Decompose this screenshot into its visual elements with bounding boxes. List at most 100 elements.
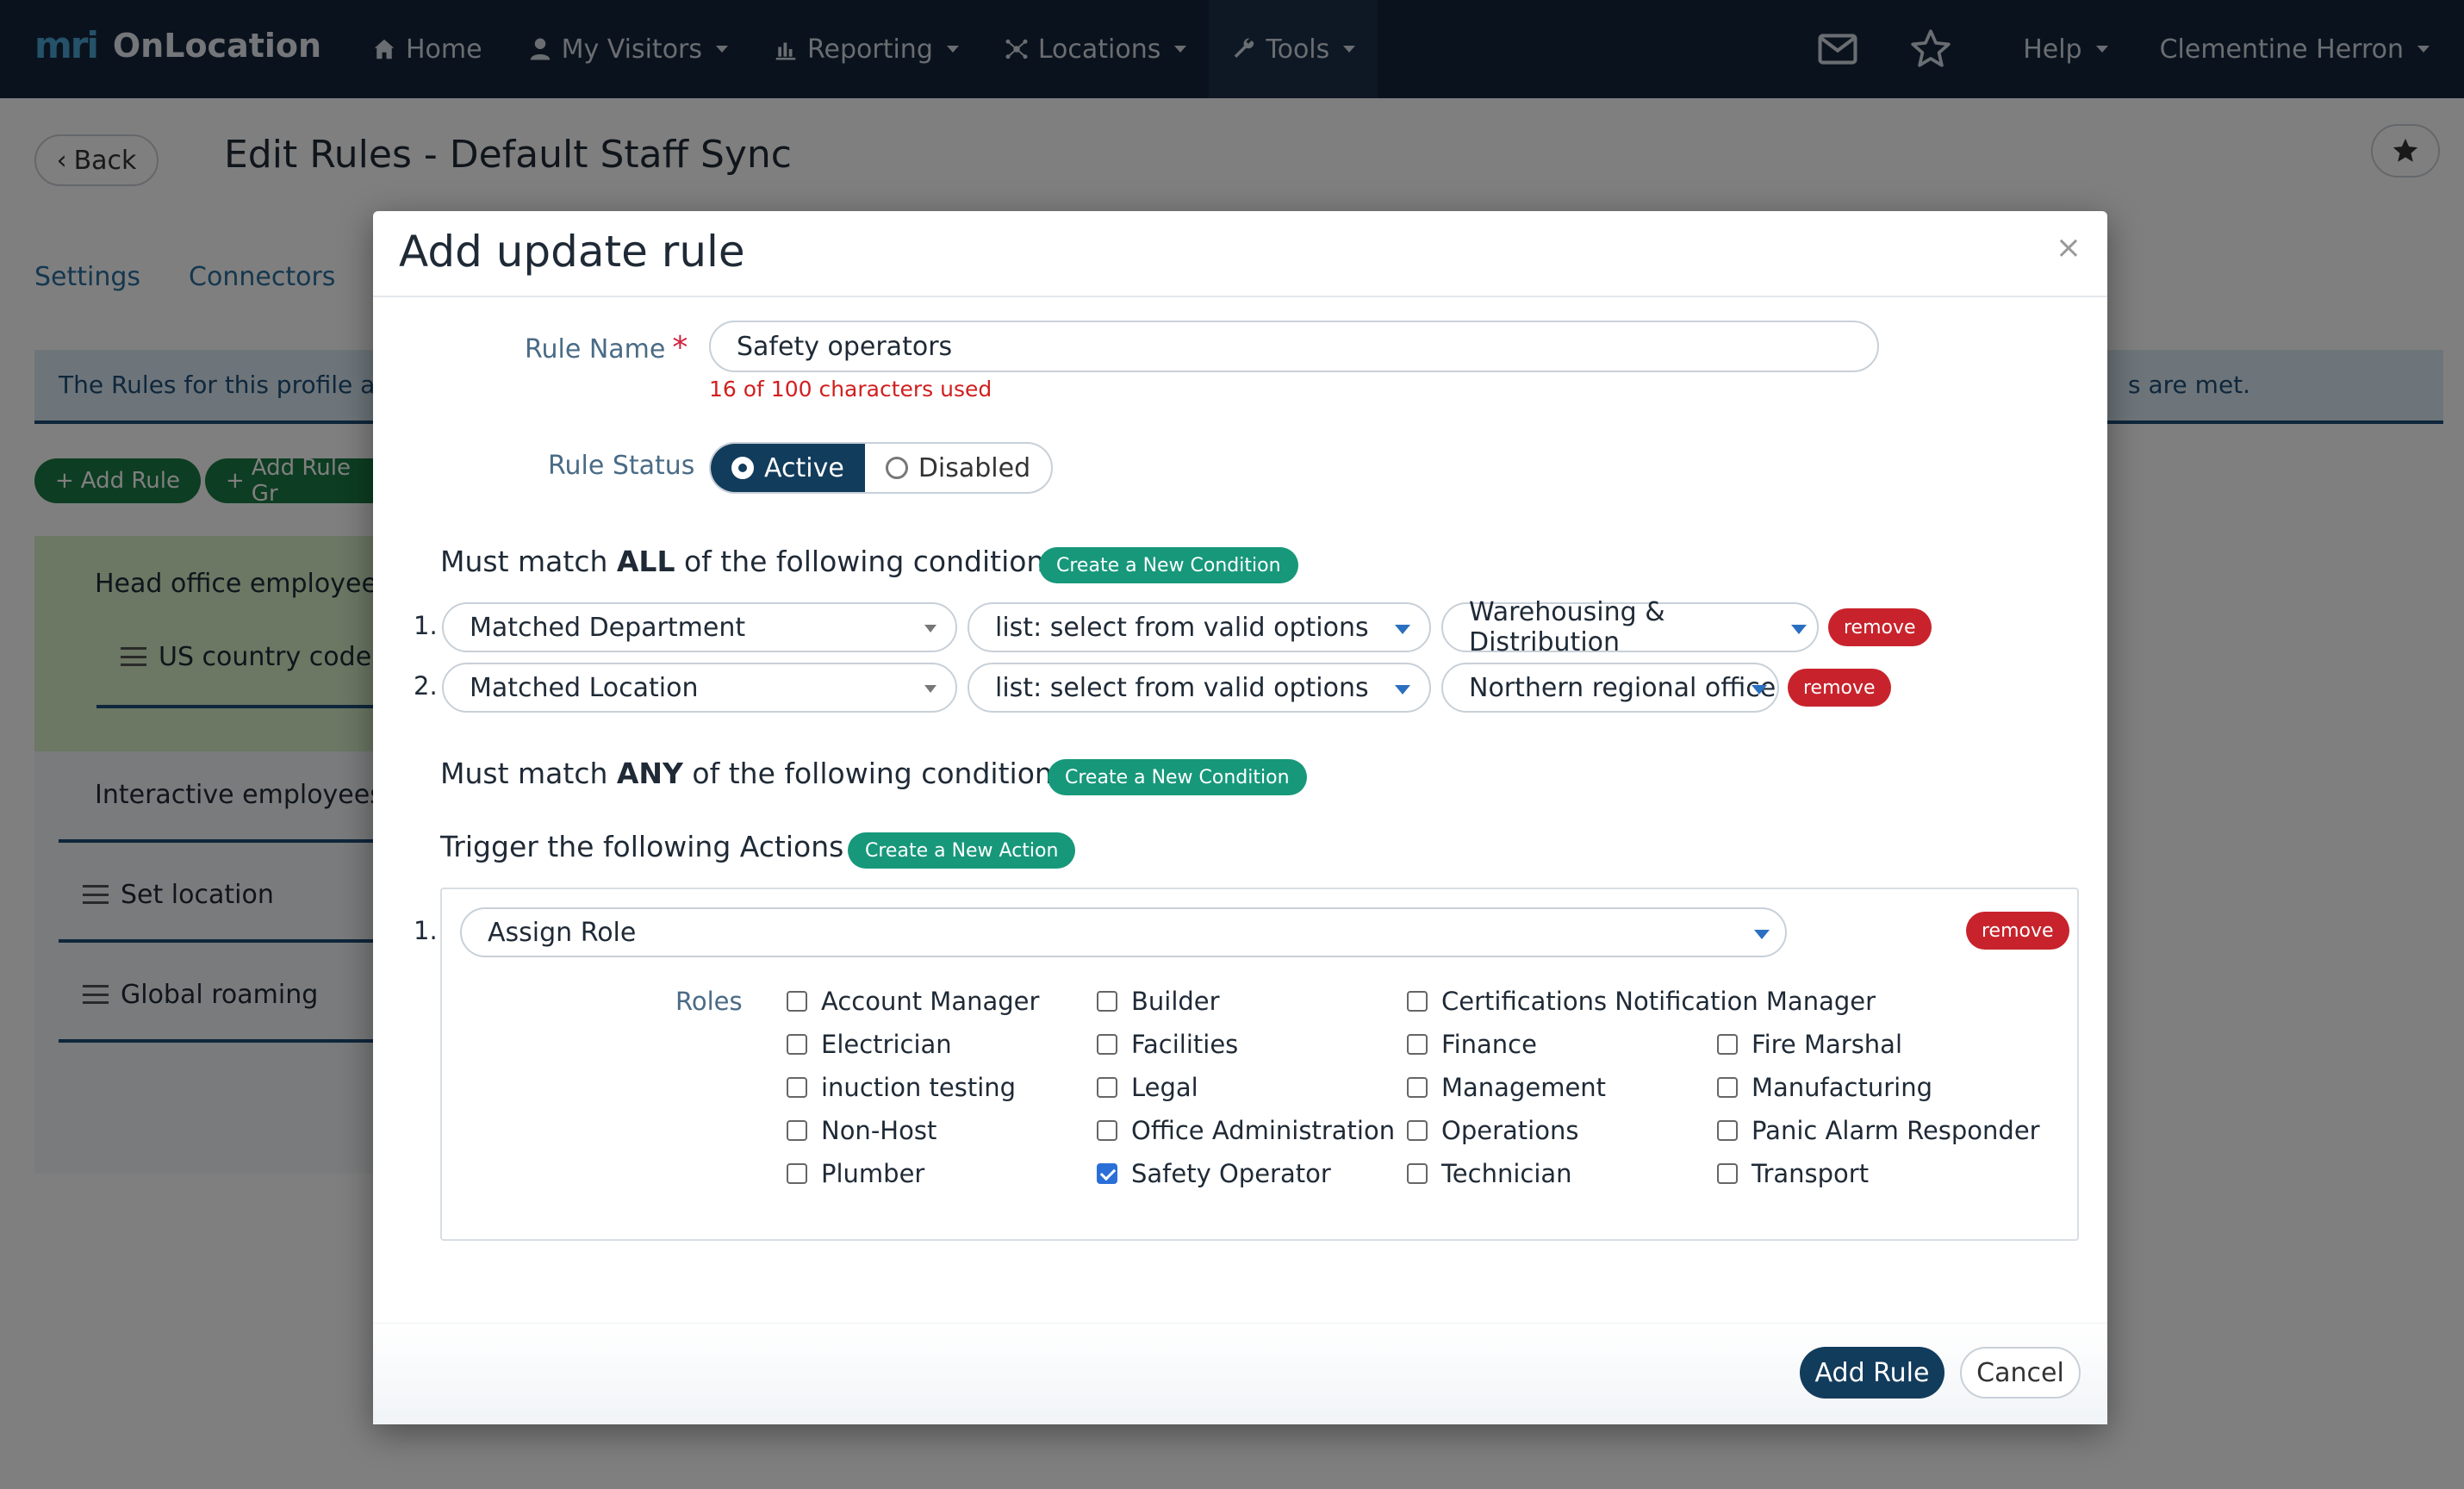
role-label: inuction testing xyxy=(821,1073,1017,1102)
role-checkbox[interactable]: Finance xyxy=(1407,1030,1537,1059)
role-checkbox[interactable]: Panic Alarm Responder xyxy=(1717,1116,2040,1145)
checkbox[interactable] xyxy=(1407,1034,1428,1055)
checkbox[interactable] xyxy=(1407,1163,1428,1184)
role-checkbox[interactable]: Operations xyxy=(1407,1116,1578,1145)
create-all-condition-button[interactable]: Create a New Condition xyxy=(1039,547,1298,583)
role-label: Finance xyxy=(1441,1030,1537,1059)
role-checkbox[interactable]: Non-Host xyxy=(787,1116,936,1145)
checkbox[interactable] xyxy=(1407,1077,1428,1098)
checkbox[interactable] xyxy=(1097,1120,1117,1141)
checkbox[interactable] xyxy=(1407,1120,1428,1141)
role-label: Non-Host xyxy=(821,1116,937,1145)
action-type-value: Assign Role xyxy=(488,917,637,948)
condition-operator-value: list: select from valid options xyxy=(995,612,1369,643)
add-rule-button[interactable]: Add Rule xyxy=(1800,1347,1944,1399)
caret-down-icon xyxy=(924,625,936,632)
checkbox[interactable] xyxy=(1717,1120,1738,1141)
role-checkbox[interactable]: Manufacturing xyxy=(1717,1073,1932,1102)
status-active-label: Active xyxy=(764,452,844,483)
required-mark: * xyxy=(672,330,688,365)
role-label: Facilities xyxy=(1131,1030,1239,1059)
condition-value-select[interactable]: Warehousing & Distribution xyxy=(1441,597,1819,657)
cancel-button[interactable]: Cancel xyxy=(1960,1347,2081,1399)
checkbox[interactable] xyxy=(1097,1034,1117,1055)
caret-down-icon xyxy=(1395,685,1410,695)
all-suffix: of the following conditions xyxy=(675,545,1060,578)
role-checkbox[interactable]: Builder xyxy=(1097,987,1220,1016)
role-label: Panic Alarm Responder xyxy=(1752,1116,2040,1145)
checkbox[interactable] xyxy=(787,1077,807,1098)
condition-field-select[interactable]: Matched Location xyxy=(442,663,957,713)
role-label: Technician xyxy=(1441,1159,1572,1188)
role-label: Manufacturing xyxy=(1752,1073,1932,1102)
role-checkbox[interactable]: Certifications Notification Manager xyxy=(1407,987,1876,1016)
condition-operator-select[interactable]: list: select from valid options xyxy=(968,663,1431,713)
role-checkbox[interactable]: Plumber xyxy=(787,1159,924,1188)
actions-title: Trigger the following Actions xyxy=(440,830,844,863)
role-label: Plumber xyxy=(821,1159,925,1188)
role-label: Fire Marshal xyxy=(1752,1030,1903,1059)
caret-down-icon xyxy=(924,685,936,693)
add-update-rule-dialog: Add update rule × Rule Name* 16 of 100 c… xyxy=(373,211,2107,1424)
remove-action-button[interactable]: remove xyxy=(1966,912,2069,950)
role-checkbox[interactable]: Management xyxy=(1407,1073,1606,1102)
checkbox[interactable] xyxy=(787,1120,807,1141)
role-label: Operations xyxy=(1441,1116,1579,1145)
radio-empty-icon xyxy=(885,457,908,479)
role-checkbox-checked[interactable]: Safety Operator xyxy=(1097,1159,1331,1188)
create-action-button[interactable]: Create a New Action xyxy=(848,832,1076,869)
role-checkbox[interactable]: Transport xyxy=(1717,1159,1869,1188)
checkbox[interactable] xyxy=(787,1163,807,1184)
role-checkbox[interactable]: Fire Marshal xyxy=(1717,1030,1902,1059)
role-checkbox[interactable]: Facilities xyxy=(1097,1030,1238,1059)
role-checkbox[interactable]: Technician xyxy=(1407,1159,1572,1188)
checkbox[interactable] xyxy=(1407,991,1428,1012)
role-label: Electrician xyxy=(821,1030,952,1059)
status-active-option[interactable]: Active xyxy=(711,444,865,492)
checkbox[interactable] xyxy=(1097,991,1117,1012)
checkbox[interactable] xyxy=(1717,1077,1738,1098)
checkbox[interactable] xyxy=(787,1034,807,1055)
rule-name-label-text: Rule Name xyxy=(525,334,666,364)
create-any-condition-button[interactable]: Create a New Condition xyxy=(1048,759,1307,795)
role-checkbox[interactable]: inuction testing xyxy=(787,1073,1016,1102)
modal-title: Add update rule xyxy=(399,227,745,277)
rule-name-input[interactable] xyxy=(709,321,1879,372)
role-checkbox[interactable]: Account Manager xyxy=(787,987,1039,1016)
checkbox[interactable] xyxy=(1097,1077,1117,1098)
action-type-select[interactable]: Assign Role xyxy=(460,907,1787,957)
role-label: Safety Operator xyxy=(1131,1159,1331,1188)
all-prefix: Must match xyxy=(440,545,617,578)
role-checkbox[interactable]: Electrician xyxy=(787,1030,952,1059)
remove-condition-button[interactable]: remove xyxy=(1788,669,1891,707)
all-emph: ALL xyxy=(616,545,675,578)
caret-down-icon xyxy=(1395,625,1410,634)
any-prefix: Must match xyxy=(440,757,617,790)
checkbox[interactable] xyxy=(1717,1034,1738,1055)
rule-name-label: Rule Name * xyxy=(525,330,688,365)
role-checkbox[interactable]: Legal xyxy=(1097,1073,1198,1102)
condition-field-select[interactable]: Matched Department xyxy=(442,602,957,652)
condition-value-text: Warehousing & Distribution xyxy=(1469,597,1665,657)
condition-field-value: Matched Location xyxy=(470,672,699,703)
close-icon[interactable]: × xyxy=(2056,230,2081,265)
role-label: Transport xyxy=(1752,1159,1870,1188)
any-conditions-title: Must match ANY of the following conditio… xyxy=(440,757,1067,790)
checkbox[interactable] xyxy=(787,991,807,1012)
condition-operator-select[interactable]: list: select from valid options xyxy=(968,602,1431,652)
condition-value-select[interactable]: Northern regional office xyxy=(1441,663,1779,713)
role-label: Builder xyxy=(1131,987,1220,1016)
status-disabled-option[interactable]: Disabled xyxy=(865,444,1051,492)
role-label: Legal xyxy=(1131,1073,1198,1102)
caret-down-icon xyxy=(1791,625,1807,634)
condition-row-number: 2. xyxy=(414,671,438,701)
checkbox[interactable] xyxy=(1717,1163,1738,1184)
remove-condition-button[interactable]: remove xyxy=(1828,608,1932,646)
role-label: Management xyxy=(1441,1073,1607,1102)
role-label: Certifications Notification Manager xyxy=(1441,987,1876,1016)
role-label: Office Administration xyxy=(1131,1116,1396,1145)
role-label: Account Manager xyxy=(821,987,1040,1016)
condition-field-value: Matched Department xyxy=(470,612,746,643)
role-checkbox[interactable]: Office Administration xyxy=(1097,1116,1395,1145)
checkbox-checked[interactable] xyxy=(1097,1163,1117,1184)
